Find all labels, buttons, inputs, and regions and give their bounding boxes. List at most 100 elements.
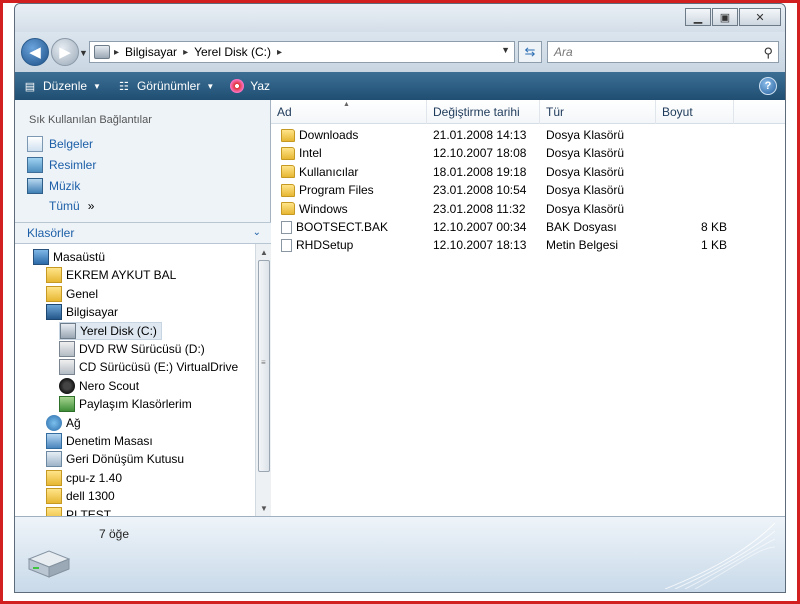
file-row[interactable]: Downloads 21.01.2008 14:13 Dosya Klasörü (271, 126, 785, 144)
organize-button[interactable]: ▤ Düzenle ▼ (15, 74, 109, 98)
scroll-down-icon[interactable]: ▼ (256, 500, 272, 516)
tree-item-label: Paylaşım Klasörlerim (79, 397, 192, 412)
file-list: Ad ▲ Değiştirme tarihi Tür Boyut Downloa… (271, 100, 785, 516)
tree-scrollbar[interactable]: ▲ ≡ ▼ (255, 244, 271, 516)
tree-item[interactable]: EKREM AYKUT BAL (46, 266, 176, 284)
tree-item-label: cpu-z 1.40 (66, 470, 123, 485)
organize-icon: ▤ (24, 80, 36, 93)
favorite-link-documents[interactable]: Belgeler (27, 136, 93, 152)
breadcrumb-arrow-icon[interactable]: ▸ (114, 47, 119, 58)
folder-tree: Masaüstü EKREM AYKUT BAL Genel Bilgisayar Ye… (15, 244, 255, 516)
favorite-link-music[interactable]: Müzik (27, 178, 80, 194)
burn-label: Yaz (250, 79, 271, 93)
tree-item[interactable]: Denetim Masası (46, 432, 153, 450)
file-row[interactable]: Windows 23.01.2008 11:32 Dosya Klasörü (271, 200, 785, 218)
file-name: Kullanıcılar (299, 164, 359, 179)
tree-item[interactable]: Bilgisayar (46, 303, 118, 321)
favorite-link-label: Müzik (49, 179, 81, 193)
search-input[interactable]: Ara ⚲ (547, 41, 779, 63)
breadcrumb-computer[interactable]: Bilgisayar (125, 45, 177, 59)
file-type: Dosya Klasörü (546, 183, 625, 198)
favorite-links-title: Sık Kullanılan Bağlantılar (29, 114, 152, 126)
breadcrumb-arrow-icon[interactable]: ▸ (277, 47, 282, 58)
file-date: 21.01.2008 14:13 (433, 128, 527, 142)
file-type: Dosya Klasörü (546, 128, 625, 142)
breadcrumb-local-disk[interactable]: Yerel Disk (C:) (194, 45, 271, 59)
file-row[interactable]: Program Files 23.01.2008 10:54 Dosya Klasö… (271, 181, 785, 199)
recent-pages-dropdown[interactable]: ▼ (79, 48, 88, 58)
forward-arrow-icon: ▶ (59, 44, 71, 61)
file-date: 23.01.2008 10:54 (433, 183, 527, 198)
tree-item-label: Denetim Masası (66, 434, 153, 448)
file-date: 12.10.2007 18:08 (433, 146, 527, 161)
tree-item[interactable]: dell 1300 (46, 487, 115, 505)
nero-icon (59, 377, 75, 394)
decorative-swoosh-icon (665, 523, 775, 589)
address-bar[interactable]: ▸ Bilgisayar ▸ Yerel Disk (C:) ▸ ▼ (89, 41, 515, 63)
column-label: Değiştirme tarihi (433, 105, 520, 119)
forward-button[interactable]: ▶ (51, 38, 79, 66)
file-type: BAK Dosyası (546, 220, 617, 234)
tree-item-label: PI TEST (66, 507, 112, 516)
tree-item[interactable]: Genel (46, 285, 98, 303)
tree-item[interactable]: cpu-z 1.40 (46, 469, 122, 487)
file-name: BOOTSECT.BAK (296, 220, 389, 234)
file-row[interactable]: Kullanıcılar 18.01.2008 19:18 Dosya Klasör… (271, 163, 785, 181)
breadcrumb-arrow-icon[interactable]: ▸ (183, 47, 188, 58)
close-button[interactable]: ✕ (739, 8, 781, 26)
title-bar[interactable]: ▁ ▣ ✕ (15, 4, 785, 32)
tree-item[interactable]: Paylaşım Klasörlerim (59, 395, 192, 413)
network-icon (46, 414, 62, 431)
tree-item[interactable]: Yerel Disk (C:) (59, 321, 162, 340)
tree-item-label: dell 1300 (66, 489, 115, 504)
maximize-button[interactable]: ▣ (712, 8, 738, 26)
column-size[interactable]: Boyut (656, 100, 734, 124)
burn-button[interactable]: Yaz (222, 74, 278, 98)
file-date: 12.10.2007 00:34 (433, 220, 527, 234)
address-history-dropdown[interactable]: ▼ (501, 45, 510, 55)
dvd-drive-icon (59, 341, 75, 357)
column-name[interactable]: Ad ▲ (271, 100, 427, 124)
column-label: Ad (277, 105, 292, 119)
views-button[interactable]: ☷ Görünümler ▼ (109, 74, 222, 98)
back-button[interactable]: ◀ (21, 38, 49, 66)
column-date-modified[interactable]: Değiştirme tarihi (427, 100, 540, 124)
tree-item[interactable]: Masaüstü (33, 248, 105, 266)
file-row[interactable]: BOOTSECT.BAK 12.10.2007 00:34 BAK Dosyası 8… (271, 218, 785, 236)
help-icon[interactable]: ? (759, 77, 777, 95)
file-size (661, 126, 727, 144)
minimize-button[interactable]: ▁ (685, 8, 711, 26)
scroll-thumb[interactable]: ≡ (258, 260, 270, 472)
tree-item[interactable]: DVD RW Sürücüsü (D:) (59, 340, 205, 358)
scroll-up-icon[interactable]: ▲ (256, 244, 272, 260)
burn-disc-icon (230, 79, 245, 93)
refresh-button[interactable]: ⇆ (518, 41, 542, 63)
documents-icon (27, 136, 43, 152)
minimize-icon: ▁ (693, 11, 703, 24)
organize-label: Düzenle (43, 79, 88, 93)
file-size (661, 144, 727, 162)
search-icon[interactable]: ⚲ (763, 45, 773, 61)
cd-drive-icon (59, 359, 75, 376)
views-label: Görünümler (136, 79, 201, 93)
file-row[interactable]: RHDSetup 12.10.2007 18:13 Metin Belgesi 1 K… (271, 236, 785, 254)
favorite-link-more[interactable]: Tümü » (49, 199, 94, 213)
file-row[interactable]: Intel 12.10.2007 18:08 Dosya Klasörü (271, 144, 785, 162)
tree-item-label: Genel (66, 286, 99, 301)
sort-ascending-icon: ▲ (343, 101, 350, 108)
tree-item[interactable]: Geri Dönüşüm Kutusu (46, 450, 184, 468)
column-type[interactable]: Tür (540, 100, 656, 124)
tree-item[interactable]: Ağ (46, 414, 81, 432)
folders-header[interactable]: Klasörler ⌄ (15, 222, 271, 244)
details-pane: 7 öğe (15, 516, 785, 592)
folder-icon (46, 506, 62, 516)
file-type: Dosya Klasörü (546, 164, 625, 179)
drive-icon (94, 45, 110, 59)
navigation-pane: Sık Kullanılan Bağlantılar Belgeler Resi… (15, 100, 271, 516)
double-chevron-icon: » (87, 199, 95, 213)
tree-item[interactable]: Nero Scout (59, 377, 139, 395)
tree-item[interactable]: CD Sürücüsü (E:) VirtualDrive (59, 358, 238, 376)
tree-item[interactable]: PI TEST (46, 506, 111, 516)
file-date: 18.01.2008 19:18 (433, 164, 527, 179)
favorite-link-pictures[interactable]: Resimler (27, 157, 96, 173)
